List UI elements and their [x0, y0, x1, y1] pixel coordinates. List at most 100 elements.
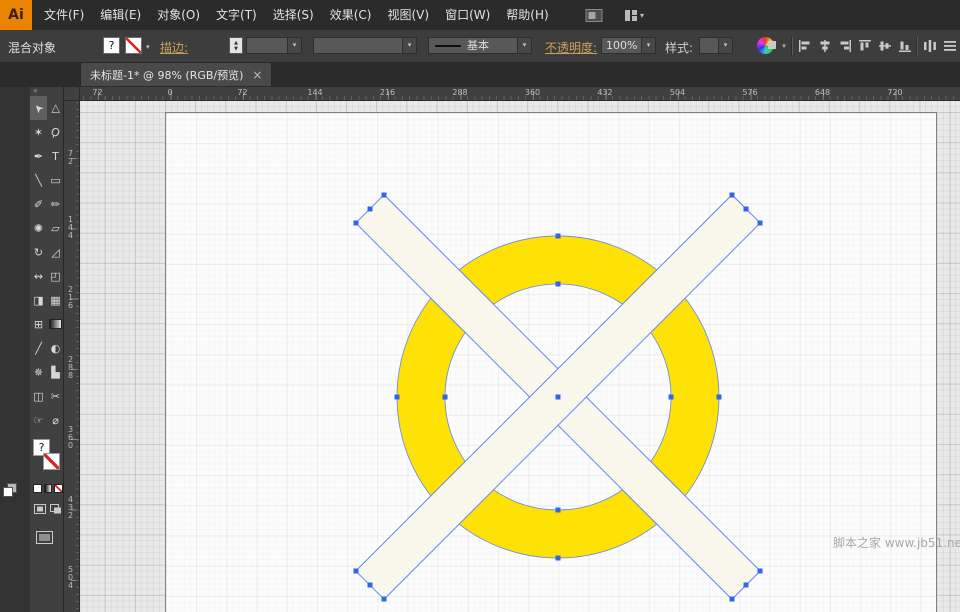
slice-tool[interactable]: ✂ — [47, 384, 64, 408]
toolbar-collapse-button[interactable]: « — [30, 87, 63, 96]
pen-tool[interactable]: ✒ — [30, 144, 47, 168]
eraser-tool[interactable]: ▱ — [47, 216, 64, 240]
stroke-color-dropdown-arrow[interactable]: ▾ — [146, 43, 150, 51]
blob-brush-tool[interactable]: ✺ — [30, 216, 47, 240]
color-button[interactable] — [33, 484, 42, 493]
collapsed-swatches-icon[interactable] — [3, 483, 16, 496]
pencil-tool[interactable]: ✏ — [47, 192, 64, 216]
menu-item-6[interactable]: 视图(V) — [379, 0, 437, 30]
selection-handle[interactable] — [758, 221, 763, 226]
menu-item-3[interactable]: 文字(T) — [208, 0, 265, 30]
eyedropper-tool[interactable]: ╱ — [30, 336, 47, 360]
selection-handle[interactable] — [368, 583, 373, 588]
dropdown-arrow-icon[interactable]: ▾ — [641, 38, 655, 53]
selection-handle[interactable] — [744, 207, 749, 212]
draw-behind-button[interactable] — [49, 503, 62, 515]
panel-menu-icon[interactable] — [941, 36, 958, 55]
align-top-icon[interactable] — [856, 36, 873, 55]
app-logo[interactable]: Ai — [0, 0, 32, 30]
magic-wand-tool[interactable]: ✶ — [30, 120, 47, 144]
menu-item-4[interactable]: 选择(S) — [265, 0, 322, 30]
blend-tool[interactable]: ◐ — [47, 336, 64, 360]
horizontal-ruler[interactable]: 72072144216288360432504576648720792 — [80, 87, 960, 101]
stroke-weight-dropdown[interactable]: ▾ — [246, 37, 302, 54]
menu-item-0[interactable]: 文件(F) — [36, 0, 92, 30]
stroke-link[interactable]: 描边: — [160, 39, 188, 56]
direct-selection-tool[interactable]: ▷ — [47, 96, 64, 120]
align-center-horizontal-icon[interactable] — [816, 36, 833, 55]
selection-handle[interactable] — [354, 569, 359, 574]
dropdown-arrow-icon[interactable]: ▾ — [517, 38, 531, 53]
fill-color-indicator[interactable]: ? — [103, 37, 120, 54]
arrange-documents-icon[interactable]: ▾ — [622, 6, 646, 24]
menu-item-1[interactable]: 编辑(E) — [92, 0, 149, 30]
type-tool[interactable]: T — [47, 144, 64, 168]
align-objects-icon[interactable]: ▾ — [764, 36, 788, 55]
selection-tool[interactable]: ➤ — [30, 96, 47, 120]
selection-handle[interactable] — [744, 583, 749, 588]
canvas[interactable]: 脚本之家 www.jb51.net — [80, 101, 960, 612]
selection-handle[interactable] — [730, 597, 735, 602]
perspective-grid-tool[interactable]: ▦ — [47, 288, 64, 312]
dropdown-arrow-icon[interactable]: ▾ — [402, 38, 416, 53]
selection-handle[interactable] — [354, 221, 359, 226]
selection-handle[interactable] — [368, 207, 373, 212]
opacity-link[interactable]: 不透明度: — [545, 39, 597, 56]
none-button[interactable] — [54, 484, 63, 493]
draw-normal-button[interactable] — [33, 503, 46, 515]
align-right-icon[interactable] — [836, 36, 853, 55]
line-segment-tool[interactable]: ╲ — [30, 168, 47, 192]
rotate-tool[interactable]: ↻ — [30, 240, 47, 264]
zoom-tool[interactable]: ⌀ — [47, 408, 64, 432]
selection-handle[interactable] — [758, 569, 763, 574]
rectangle-tool[interactable]: ▭ — [47, 168, 64, 192]
tab-close-icon[interactable]: × — [252, 69, 262, 81]
align-bottom-icon[interactable] — [896, 36, 913, 55]
selection-handle[interactable] — [556, 234, 561, 239]
menu-item-8[interactable]: 帮助(H) — [498, 0, 556, 30]
selection-handle[interactable] — [556, 556, 561, 561]
selection-handle[interactable] — [730, 193, 735, 198]
opacity-dropdown[interactable]: 100% ▾ — [601, 37, 656, 54]
selection-handle[interactable] — [382, 597, 387, 602]
free-transform-tool[interactable]: ◰ — [47, 264, 64, 288]
selection-handle[interactable] — [717, 395, 722, 400]
width-tool[interactable]: ↭ — [30, 264, 47, 288]
selection-handle[interactable] — [382, 193, 387, 198]
column-graph-tool[interactable]: ▙ — [47, 360, 64, 384]
stroke-swatch[interactable] — [43, 453, 60, 470]
menu-item-5[interactable]: 效果(C) — [322, 0, 380, 30]
gradient-tool[interactable] — [47, 312, 64, 336]
stroke-weight-stepper[interactable]: ▲▼ — [229, 37, 243, 54]
align-middle-vertical-icon[interactable] — [876, 36, 893, 55]
bridge-icon[interactable] — [583, 6, 605, 24]
paintbrush-tool[interactable]: ✐ — [30, 192, 47, 216]
width-profile-dropdown[interactable]: ▾ — [313, 37, 417, 54]
symbol-sprayer-tool[interactable]: ✵ — [30, 360, 47, 384]
vertical-ruler[interactable]: 7 21 4 42 1 62 8 83 6 04 3 25 0 4 — [64, 101, 80, 612]
selection-handle[interactable] — [443, 395, 448, 400]
align-left-icon[interactable] — [796, 36, 813, 55]
selection-handle[interactable] — [669, 395, 674, 400]
selection-handle[interactable] — [556, 508, 561, 513]
stepper-down-icon[interactable]: ▼ — [234, 46, 238, 52]
distribute-icon[interactable] — [921, 36, 938, 55]
screen-mode-button[interactable] — [36, 529, 56, 545]
document-tab[interactable]: 未标题-1* @ 98% (RGB/预览) × — [80, 62, 272, 86]
selection-handle[interactable] — [556, 395, 561, 400]
stroke-color-indicator[interactable] — [125, 37, 142, 54]
gradient-button[interactable] — [44, 484, 53, 493]
ruler-corner[interactable] — [64, 87, 80, 101]
hand-tool[interactable]: ☞ — [30, 408, 47, 432]
scale-tool[interactable]: ◿ — [47, 240, 64, 264]
mesh-tool[interactable]: ⊞ — [30, 312, 47, 336]
style-dropdown[interactable]: ▾ — [699, 37, 733, 54]
dropdown-arrow-icon[interactable]: ▾ — [718, 38, 732, 53]
brush-definition-dropdown[interactable]: 基本 ▾ — [428, 37, 532, 54]
shape-builder-tool[interactable]: ◨ — [30, 288, 47, 312]
lasso-tool[interactable]: Ϙ — [47, 120, 64, 144]
artboard-tool[interactable]: ◫ — [30, 384, 47, 408]
dropdown-arrow-icon[interactable]: ▾ — [287, 38, 301, 53]
menu-item-7[interactable]: 窗口(W) — [437, 0, 498, 30]
menu-item-2[interactable]: 对象(O) — [149, 0, 208, 30]
